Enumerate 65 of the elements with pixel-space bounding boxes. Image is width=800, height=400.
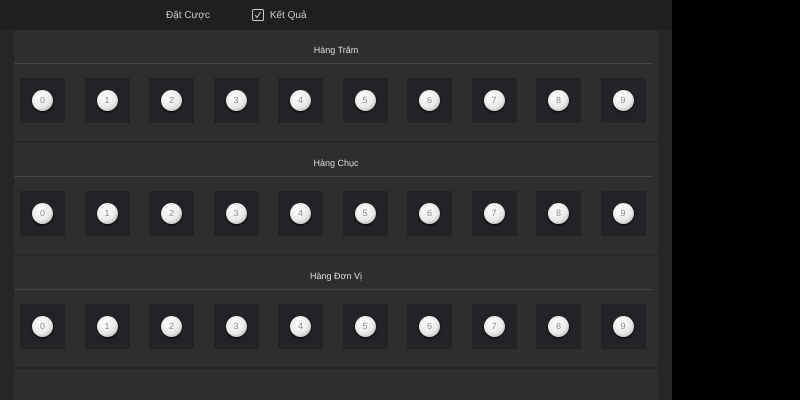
- number-tile[interactable]: 9: [600, 78, 646, 123]
- number-tile[interactable]: 9: [600, 304, 646, 349]
- number-tile[interactable]: 7: [472, 304, 516, 349]
- number-ball: 8: [548, 203, 569, 224]
- number-tile[interactable]: 1: [84, 78, 130, 123]
- number-ball: 6: [419, 90, 440, 111]
- number-ball: 3: [226, 90, 246, 111]
- number-tile[interactable]: 0: [20, 78, 65, 123]
- number-tile[interactable]: 2: [149, 304, 194, 349]
- number-tile[interactable]: 8: [536, 304, 581, 349]
- number-ball: 3: [226, 203, 246, 224]
- number-ball: 9: [612, 90, 634, 111]
- number-ball: 2: [161, 90, 182, 111]
- number-ball: 3: [226, 316, 246, 337]
- number-tile[interactable]: 4: [278, 191, 323, 236]
- number-tile[interactable]: 3: [214, 304, 258, 349]
- tab[interactable]: Đặt Cược: [160, 0, 216, 30]
- section-title: Hàng Trăm: [314, 44, 358, 57]
- number-ball: 8: [548, 316, 569, 337]
- number-ball: 9: [612, 316, 634, 337]
- number-ball: 1: [96, 316, 118, 337]
- number-tile[interactable]: 4: [278, 78, 323, 123]
- number-tile[interactable]: 9: [600, 191, 646, 236]
- number-ball: 0: [32, 316, 53, 337]
- number-ball: 0: [32, 203, 53, 224]
- number-tile[interactable]: 0: [20, 191, 65, 236]
- number-ball: 5: [354, 90, 376, 111]
- tab[interactable]: Kết Quả: [246, 0, 313, 30]
- number-ball: 8: [548, 90, 569, 111]
- number-tile[interactable]: 6: [407, 191, 452, 236]
- number-tile[interactable]: 6: [407, 304, 452, 349]
- number-tile[interactable]: 3: [214, 191, 258, 236]
- number-ball: 9: [612, 203, 634, 224]
- number-ball: 0: [32, 90, 53, 111]
- number-tile[interactable]: 5: [342, 191, 388, 236]
- number-tile[interactable]: 2: [149, 78, 194, 123]
- number-ball: 7: [484, 203, 504, 224]
- number-ball: 2: [161, 316, 182, 337]
- number-ball: 2: [161, 203, 182, 224]
- number-ball: 6: [419, 316, 440, 337]
- number-tile[interactable]: 2: [149, 191, 194, 236]
- number-ball: 1: [96, 90, 118, 111]
- number-tile[interactable]: 0: [20, 304, 65, 349]
- number-tile[interactable]: 7: [472, 191, 516, 236]
- section-title: Hàng Chục: [313, 157, 359, 170]
- number-tile[interactable]: 4: [278, 304, 323, 349]
- number-ball: 1: [96, 203, 118, 224]
- number-tile[interactable]: 8: [536, 191, 581, 236]
- number-ball: 6: [419, 203, 440, 224]
- number-ball: 7: [484, 90, 504, 111]
- number-ball: 4: [290, 316, 311, 337]
- section-title: Hàng Đơn Vị: [310, 270, 362, 283]
- number-tile[interactable]: 3: [214, 78, 258, 123]
- number-tile[interactable]: 5: [342, 304, 388, 349]
- number-ball: 7: [484, 316, 504, 337]
- number-ball: 5: [354, 203, 376, 224]
- number-tile[interactable]: 8: [536, 78, 581, 123]
- number-tile[interactable]: 1: [84, 304, 130, 349]
- number-tile[interactable]: 6: [407, 78, 452, 123]
- number-ball: 4: [290, 203, 311, 224]
- number-ball: 5: [354, 316, 376, 337]
- number-tile[interactable]: 1: [84, 191, 130, 236]
- number-tile[interactable]: 5: [342, 78, 388, 123]
- number-tile[interactable]: 7: [472, 78, 516, 123]
- number-ball: 4: [290, 90, 311, 111]
